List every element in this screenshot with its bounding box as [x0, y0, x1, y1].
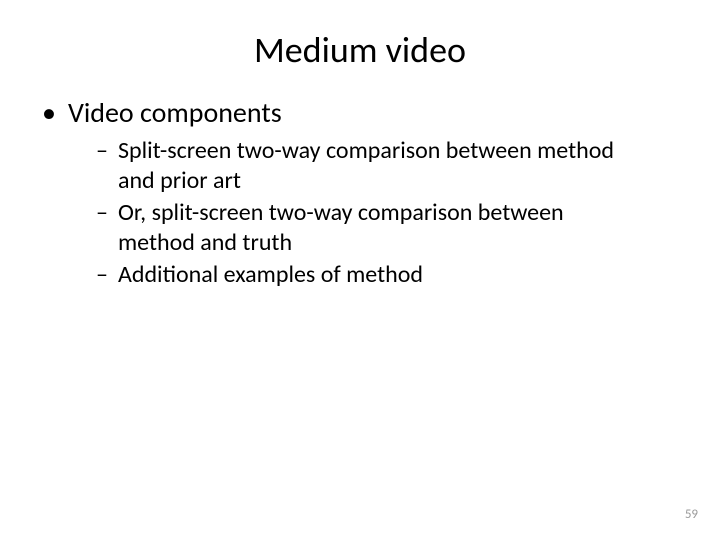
sub-text: Or, split-screen two-way comparison betw… [118, 198, 628, 258]
dash-marker: – [96, 136, 108, 166]
page-number: 59 [685, 507, 698, 522]
dash-marker: – [96, 260, 108, 290]
sub-text: Split-screen two-way comparison between … [118, 136, 628, 196]
content-area: • Video components – Split-screen two-wa… [0, 96, 720, 290]
sub-text: Additional examples of method [118, 260, 423, 290]
bullet-marker: • [42, 96, 56, 130]
bullet-text: Video components [68, 96, 282, 130]
slide-title: Medium video [0, 0, 720, 96]
sub-item: – Split-screen two-way comparison betwee… [96, 136, 678, 196]
sub-item: – Additional examples of method [96, 260, 678, 290]
sub-list: – Split-screen two-way comparison betwee… [96, 136, 678, 290]
dash-marker: – [96, 198, 108, 228]
bullet-level1: • Video components [42, 96, 678, 130]
sub-item: – Or, split-screen two-way comparison be… [96, 198, 678, 258]
